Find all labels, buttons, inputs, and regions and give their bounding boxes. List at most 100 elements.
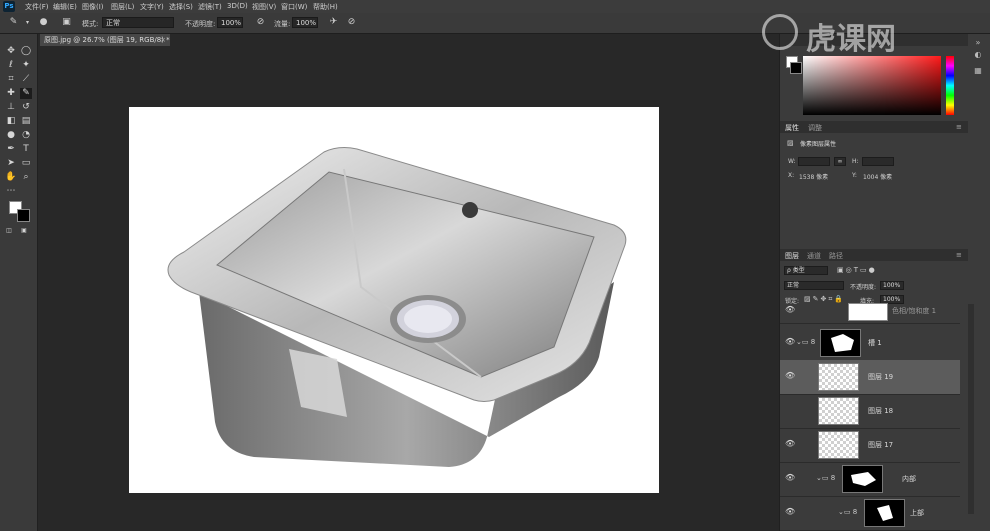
- tab-adjustments[interactable]: 调整: [808, 123, 822, 133]
- group-folder-icon[interactable]: ⌄▭ 8: [796, 338, 815, 346]
- group-folder-icon[interactable]: ⌄▭ 8: [838, 508, 857, 516]
- layer-row[interactable]: 👁 ⌄▭ 8 上部: [780, 496, 960, 531]
- layer-thumb: [818, 363, 859, 391]
- gradient-tool-icon[interactable]: ▤: [20, 116, 32, 127]
- eye-icon[interactable]: 👁: [785, 371, 795, 381]
- x-label: X:: [788, 172, 795, 179]
- layer-filter-select[interactable]: ρ 类型: [784, 266, 828, 275]
- menu-help[interactable]: 帮助(H): [313, 2, 338, 12]
- tab-paths[interactable]: 路径: [829, 251, 843, 261]
- blend-mode-select[interactable]: 正常: [784, 281, 844, 290]
- crop-tool-icon[interactable]: ⌗: [5, 74, 17, 85]
- path-select-icon[interactable]: ➤: [5, 158, 17, 169]
- stamp-tool-icon[interactable]: ⊥: [5, 102, 17, 113]
- menu-bar: Ps 文件(F) 编辑(E) 图像(I) 图层(L) 文字(Y) 选择(S) 滤…: [0, 0, 990, 13]
- brush-panel-icon[interactable]: ▣: [61, 17, 72, 28]
- menu-3d[interactable]: 3D(D): [227, 2, 248, 10]
- brush-preset-icon[interactable]: ●: [38, 17, 49, 28]
- eye-icon[interactable]: 👁: [785, 305, 795, 315]
- layer-row[interactable]: 👁 ⌄▭ 8 槽 1: [780, 326, 960, 361]
- airbrush-icon[interactable]: ✈: [328, 17, 339, 28]
- rectangle-tool-icon[interactable]: ▭: [20, 158, 32, 169]
- menu-type[interactable]: 文字(Y): [140, 2, 164, 12]
- menu-layer[interactable]: 图层(L): [111, 2, 134, 12]
- layers-menu-icon[interactable]: ≡: [956, 251, 962, 259]
- expand-icon[interactable]: »: [972, 38, 984, 48]
- menu-view[interactable]: 视图(V): [252, 2, 276, 12]
- panel-menu-icon[interactable]: ≡: [956, 123, 962, 131]
- tab-layers[interactable]: 图层: [785, 251, 799, 261]
- type-tool-icon[interactable]: T: [20, 144, 32, 155]
- pressure-opacity-icon[interactable]: ⊘: [255, 17, 266, 28]
- background-swatch-small[interactable]: [790, 62, 802, 74]
- history-brush-icon[interactable]: ↺: [20, 102, 32, 113]
- group-folder-icon[interactable]: ⌄▭ 8: [816, 474, 835, 482]
- menu-window[interactable]: 窗口(W): [281, 2, 307, 12]
- tab-properties[interactable]: 属性: [785, 123, 799, 133]
- y-value[interactable]: 1004 像素: [863, 172, 892, 181]
- more-tools-icon[interactable]: ⋯: [5, 186, 17, 197]
- layers-scrollbar[interactable]: [968, 304, 974, 514]
- screen-mode-icon[interactable]: ▣: [18, 225, 30, 236]
- menu-image[interactable]: 图像(I): [82, 2, 104, 12]
- brush-tool-icon[interactable]: ✎: [8, 17, 19, 28]
- document-tab[interactable]: 原图.jpg @ 26.7% (图层 19, RGB/8) * ×: [40, 34, 170, 46]
- tab-channels[interactable]: 通道: [807, 251, 821, 261]
- chain-icon[interactable]: ∞: [834, 157, 846, 166]
- color-picker-field[interactable]: [803, 56, 941, 115]
- group-mask-thumb: [864, 499, 905, 527]
- layer-row[interactable]: 👁 ⌄▭ 8 内部: [780, 462, 960, 497]
- dropdown-arrow-icon[interactable]: ▾: [22, 17, 33, 28]
- opacity-label: 不透明度:: [185, 20, 216, 28]
- layer-row[interactable]: 👁 色相/饱和度 1: [780, 301, 960, 324]
- magic-wand-icon[interactable]: ✦: [20, 60, 32, 71]
- layers-opacity-input[interactable]: 100%: [880, 281, 904, 290]
- document-canvas[interactable]: [129, 107, 659, 493]
- quick-mask-icon[interactable]: ◫: [3, 225, 15, 236]
- menu-edit[interactable]: 编辑(E): [53, 2, 77, 12]
- hue-slider[interactable]: [946, 56, 954, 115]
- blur-tool-icon[interactable]: ●: [5, 130, 17, 141]
- group-mask-thumb: [842, 465, 883, 493]
- eye-icon[interactable]: 👁: [785, 473, 795, 483]
- x-value[interactable]: 1538 像素: [799, 172, 828, 181]
- color-panel-icon[interactable]: ◐: [972, 50, 984, 60]
- width-field[interactable]: [798, 157, 830, 166]
- opacity-input[interactable]: 100%: [217, 17, 243, 28]
- zoom-tool-icon[interactable]: ⌕: [20, 172, 32, 183]
- layer-row[interactable]: 👁 图层 17: [780, 428, 960, 463]
- layer-row[interactable]: 👁 图层 19: [780, 360, 960, 395]
- flow-input[interactable]: 100%: [292, 17, 318, 28]
- eye-icon[interactable]: 👁: [785, 439, 795, 449]
- pressure-size-icon[interactable]: ⊘: [346, 17, 357, 28]
- menu-select[interactable]: 选择(S): [169, 2, 193, 12]
- mode-select[interactable]: 正常: [102, 17, 174, 28]
- filter-icons[interactable]: ▣◎T▭●: [837, 266, 877, 274]
- healing-brush-icon[interactable]: ✚: [5, 88, 17, 99]
- lasso-tool-icon[interactable]: ℓ: [5, 60, 17, 71]
- layer-name: 内部: [902, 475, 916, 483]
- brush-tool-icon[interactable]: ✎: [20, 88, 32, 99]
- eyedropper-icon[interactable]: ⟋: [20, 74, 32, 85]
- tools-panel: ✥ ◯ ℓ ✦ ⌗ ⟋ ✚ ✎ ⊥ ↺ ◧ ▤ ● ◔ ✒ T ➤ ▭ ✋ ⌕ …: [0, 34, 38, 531]
- background-color-swatch[interactable]: [17, 209, 30, 222]
- menu-file[interactable]: 文件(F): [25, 2, 49, 12]
- eraser-tool-icon[interactable]: ◧: [5, 116, 17, 127]
- layer-row[interactable]: 图层 18: [780, 394, 960, 429]
- flow-label: 流量:: [274, 20, 291, 28]
- pen-tool-icon[interactable]: ✒: [5, 144, 17, 155]
- layer-name: 图层 18: [868, 407, 894, 415]
- mode-label: 模式:: [82, 20, 99, 28]
- menu-filter[interactable]: 滤镜(T): [198, 2, 222, 12]
- eye-icon[interactable]: 👁: [785, 507, 795, 517]
- close-icon[interactable]: ×: [160, 34, 166, 46]
- dodge-tool-icon[interactable]: ◔: [20, 130, 32, 141]
- height-field[interactable]: [862, 157, 894, 166]
- move-tool-icon[interactable]: ✥: [5, 46, 17, 57]
- photoshop-logo: Ps: [3, 1, 15, 12]
- eye-icon[interactable]: 👁: [785, 337, 795, 347]
- layers-panel-tabs: 图层 通道 路径 ≡: [780, 249, 968, 261]
- swatches-icon[interactable]: ▦: [972, 66, 984, 76]
- hand-tool-icon[interactable]: ✋: [5, 172, 17, 183]
- marquee-tool-icon[interactable]: ◯: [20, 46, 32, 57]
